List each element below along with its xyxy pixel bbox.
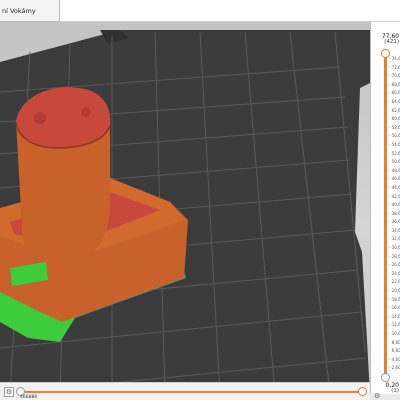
layer-tick-label: - 54,60	[389, 141, 400, 147]
tab-preview[interactable]: ní Vokámy	[0, 0, 60, 22]
layer-tick-label: - 42,60	[389, 193, 400, 199]
top-layer-number: (421)	[384, 39, 399, 45]
layer-tick-label: - 22,60	[389, 279, 400, 285]
layer-tick-label: - 62,60	[389, 107, 400, 113]
layer-tick-label: - 64,60	[389, 98, 400, 104]
cylinder-hole	[81, 107, 91, 117]
move-right-value: 469710	[343, 377, 361, 382]
layer-slider-panel: 77,60 (421) - 74,60- 72,60- 70,60- 68,60…	[370, 22, 400, 400]
cog-icon[interactable]: ⚙	[4, 387, 14, 397]
layer-tick-label: - 26,60	[389, 262, 400, 268]
layer-tick-label: - 72,60	[389, 64, 400, 70]
layer-tick-label: - 46,60	[389, 176, 400, 182]
layer-tick-label: - 18,60	[389, 296, 400, 302]
layer-tick-label: - 60,60	[389, 116, 400, 122]
move-left-value: 466886	[20, 395, 38, 400]
layer-tick-label: - 44,60	[389, 184, 400, 190]
layer-tick-label: - 66,60	[389, 90, 400, 96]
layer-tick-label: - 32,60	[389, 236, 400, 242]
bottom-layer-handle[interactable]	[381, 373, 390, 382]
layer-tick-label: - 14,60	[389, 313, 400, 319]
layer-tick-label: - 20,60	[389, 288, 400, 294]
layer-tick-labels: - 74,60 - 72,60 - 70,60 - 68,60 - 66,60 - 64,…	[389, 56, 400, 378]
layer-tick-label: - 50,60	[389, 159, 400, 165]
layer-tick-label: - 74,60	[389, 56, 400, 61]
layer-tick-label: - 52,60	[389, 150, 400, 156]
cylinder-hole	[34, 112, 46, 124]
layer-tick-label: - 8,60	[389, 339, 400, 345]
layer-tick-label: - 6,60	[389, 348, 400, 354]
layer-tick-label: - 4,60	[389, 356, 400, 362]
move-slider-bar: ⚙ 466886	[0, 382, 370, 400]
layer-tick-label: - 48,60	[389, 167, 400, 173]
layer-tick-label: - 16,60	[389, 305, 400, 311]
layer-tick-label: - 38,60	[389, 210, 400, 216]
layer-tick-label: - 40,60	[389, 202, 400, 208]
layer-tick-label: - 30,60	[389, 245, 400, 251]
layer-tick-label: - 34,60	[389, 227, 400, 233]
layer-tick-label: - 36,60	[389, 219, 400, 225]
layer-tick-label: - 2,60	[389, 365, 400, 371]
move-slider-track[interactable]	[20, 391, 366, 393]
layer-tick-label: - 68,60	[389, 81, 400, 87]
layer-tick-label: - 56,60	[389, 133, 400, 139]
bottom-layer-number: (1)	[391, 388, 399, 394]
sliced-model-scene	[0, 30, 370, 394]
move-slider-right-handle[interactable]	[358, 387, 367, 396]
layer-tick-label: - 58,60	[389, 124, 400, 130]
layer-tick-label: - 12,60	[389, 322, 400, 328]
gear-icon[interactable]: ⚙	[374, 392, 380, 400]
layer-tick-label: - 24,60	[389, 270, 400, 276]
tab-bar: ní Vokámy	[0, 0, 400, 22]
app-window: ní Vokámy 77,60 (421) - 74, - 72, - 70, …	[0, 0, 400, 400]
3d-viewport[interactable]	[0, 22, 370, 394]
layer-tick-label: - 28,60	[389, 253, 400, 259]
layer-tick-label: - 70,60	[389, 73, 400, 79]
layer-slider-track[interactable]	[384, 57, 387, 375]
layer-tick-label: - 10,60	[389, 331, 400, 337]
